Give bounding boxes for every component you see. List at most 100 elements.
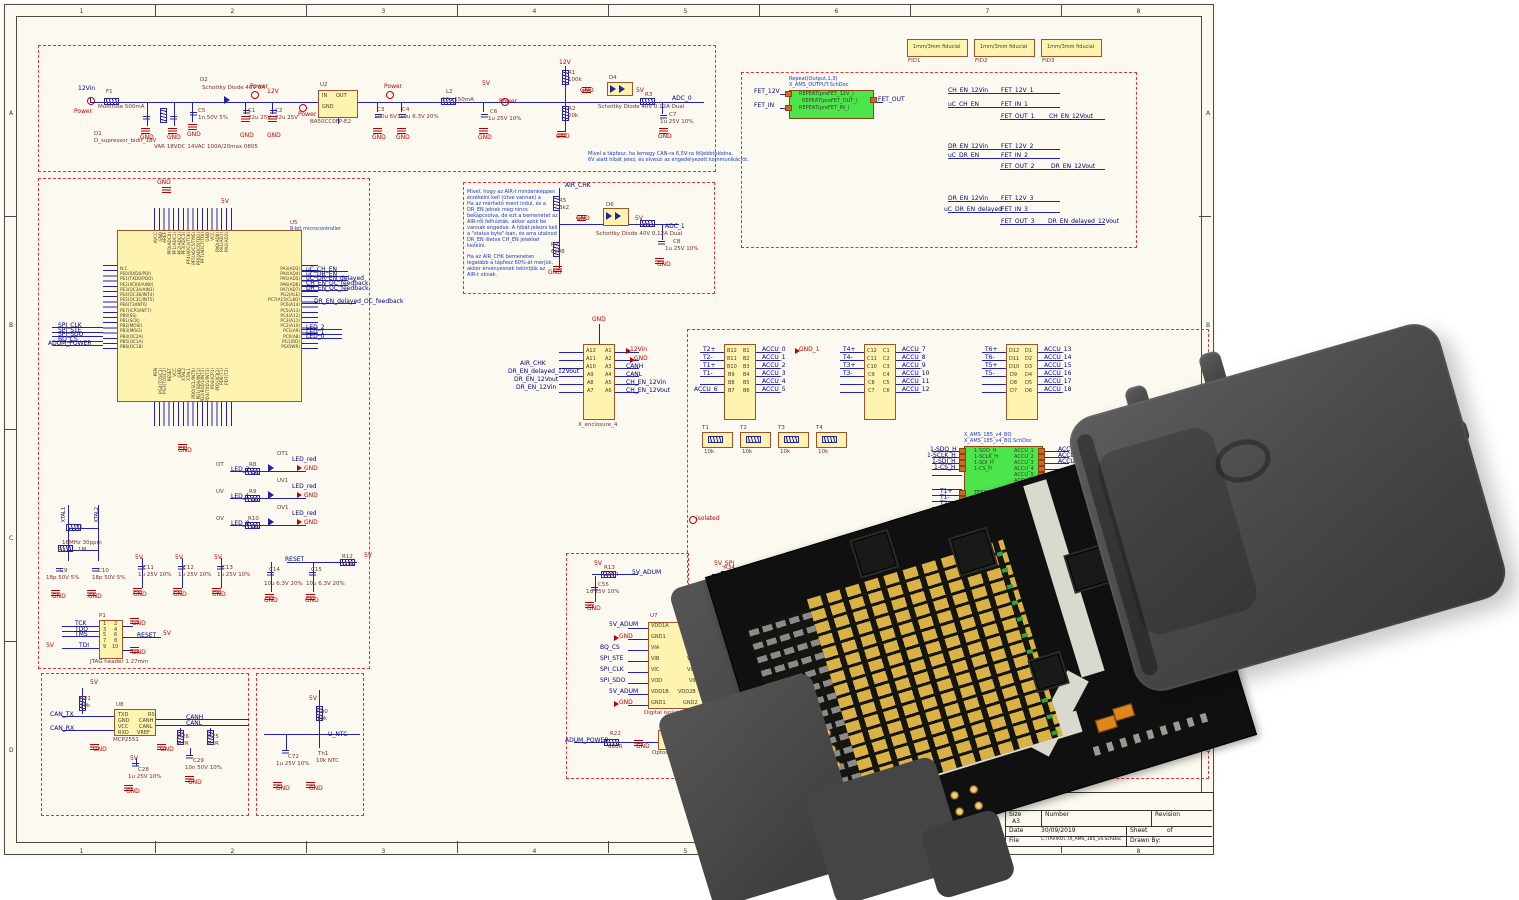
power-label: Power	[74, 109, 92, 115]
enclosure-ring-emboss	[1210, 433, 1275, 489]
titleblock-sheet-label: Sheet	[1130, 828, 1147, 834]
net-label: CH_EN_12Vin	[948, 88, 988, 94]
sheet-pin-nub	[870, 97, 877, 103]
designator: C2	[275, 109, 282, 115]
net-label: ACCU_0	[762, 347, 786, 353]
pin-label: IN	[322, 94, 327, 99]
pin-label: D2	[1025, 357, 1032, 362]
designator: R12	[342, 555, 353, 561]
power-label: GND_1	[799, 347, 820, 353]
pin-label: D5	[1025, 381, 1032, 386]
power-label: GND	[264, 598, 278, 604]
pin-label: C10	[867, 365, 877, 370]
designator: 10k	[742, 450, 752, 456]
designator: 10n 50V 10%	[185, 766, 222, 772]
pin-label: B8	[728, 381, 735, 386]
border-row-label: C	[9, 535, 13, 542]
net-label: ACCU_11	[902, 379, 929, 385]
pin-label: A4	[605, 373, 612, 378]
pin-label: REPEAT(preFET_IN_)	[799, 106, 849, 111]
pin-label: B2	[743, 357, 750, 362]
net-label: ACCU_3	[762, 371, 786, 377]
designator: C56	[718, 583, 729, 589]
power-label: GND	[304, 466, 318, 472]
titleblock-title-label: Title	[1009, 795, 1022, 801]
designator: Schottky Diode 40V 0.12A Dual	[596, 232, 682, 238]
designator: 62R	[208, 742, 219, 748]
titleblock-number-label: Number	[1045, 812, 1069, 818]
designator: 100k	[568, 78, 582, 84]
designator: C29	[193, 759, 204, 765]
designator: P1	[99, 614, 106, 620]
pin-label: 1mm/3mm fiducial	[980, 45, 1027, 50]
designator: D4	[609, 76, 617, 82]
net-label: CAN_TX	[50, 712, 74, 718]
net-label: ACCU_15	[1044, 363, 1071, 369]
designator: 1u 25V 10%	[665, 247, 698, 253]
power-label: 5V_SPI	[714, 622, 734, 628]
net-label: ACCU_5	[762, 387, 786, 393]
border-column-label: 5	[684, 848, 688, 855]
designator: 6k98	[551, 250, 565, 256]
pin-label: PE1(TXD0/PDO)	[120, 277, 153, 281]
pin-label: PC6(A14)	[264, 303, 300, 307]
border-column-label: 2	[231, 8, 235, 15]
pin-label: D6	[1025, 389, 1032, 394]
designator: U7	[650, 614, 658, 620]
border-tick	[1061, 4, 1062, 16]
power-port-icon	[251, 91, 259, 99]
pin-label: GND1	[651, 635, 666, 640]
net-label: T1-	[703, 371, 713, 377]
designator: R21	[80, 697, 91, 703]
net-label: ACCU_17	[1044, 379, 1071, 385]
designator: UV	[216, 490, 224, 496]
pin-label: VOC	[687, 668, 698, 673]
pin-label: 1-CS_H	[974, 467, 992, 472]
titleblock-date-label: Date	[1009, 828, 1023, 834]
designator: R34	[724, 566, 735, 572]
power-label: 12Vin	[630, 347, 647, 353]
net-label: ACCU_4	[762, 379, 786, 385]
net-label: FET_OUT_1	[1001, 114, 1035, 120]
designator: C15	[311, 568, 322, 574]
border-column-label: 6	[835, 8, 839, 15]
pin-label: C7	[868, 389, 875, 394]
designator: 1u 25V 10%	[276, 762, 309, 768]
border-tick	[306, 841, 307, 853]
pin-comb	[559, 352, 583, 400]
border-tick	[759, 841, 760, 853]
net-label: ACCU_16	[1044, 371, 1071, 377]
pin-label: D1	[1025, 349, 1032, 354]
power-label: GND	[93, 747, 107, 753]
net-label: T6+	[985, 347, 998, 353]
net-label: AIR_CHK	[565, 183, 591, 189]
designator: R6	[642, 224, 649, 230]
net-label: DR_EN_12Vout	[1051, 164, 1095, 170]
border-column-label: 7	[986, 8, 990, 15]
pin-label: D7	[1010, 389, 1017, 394]
power-label: GND	[556, 134, 570, 140]
pin-label: GND1	[651, 701, 666, 706]
capacitor-symbol	[143, 114, 150, 121]
power-label: GND	[187, 132, 201, 138]
diode-symbol	[224, 96, 230, 104]
net-label: T5-	[985, 371, 995, 377]
titleblock-date-value: 30/09/2019	[1041, 828, 1076, 834]
pin-label: PC1(A9)	[264, 329, 300, 333]
net-label: SPI_CLK	[600, 667, 624, 673]
net-label: ACCU_1	[762, 355, 786, 361]
power-label: GND	[52, 594, 66, 600]
net-label: BQ_CS	[600, 645, 620, 651]
designator: FID2	[975, 59, 988, 65]
net-label: ADUM_POWER	[48, 341, 92, 347]
pin-label: C12	[867, 349, 877, 354]
pin-label: VIB	[651, 657, 659, 662]
border-tick	[1199, 429, 1211, 430]
pin-label: PD7(T2)	[225, 368, 229, 385]
pin-label: 10	[112, 645, 118, 650]
pin-label: C6	[883, 389, 890, 394]
pin-label: VDD2B	[678, 690, 696, 695]
designator: R40	[317, 710, 328, 716]
designator: R23	[708, 732, 719, 738]
designator: OV	[216, 517, 224, 523]
